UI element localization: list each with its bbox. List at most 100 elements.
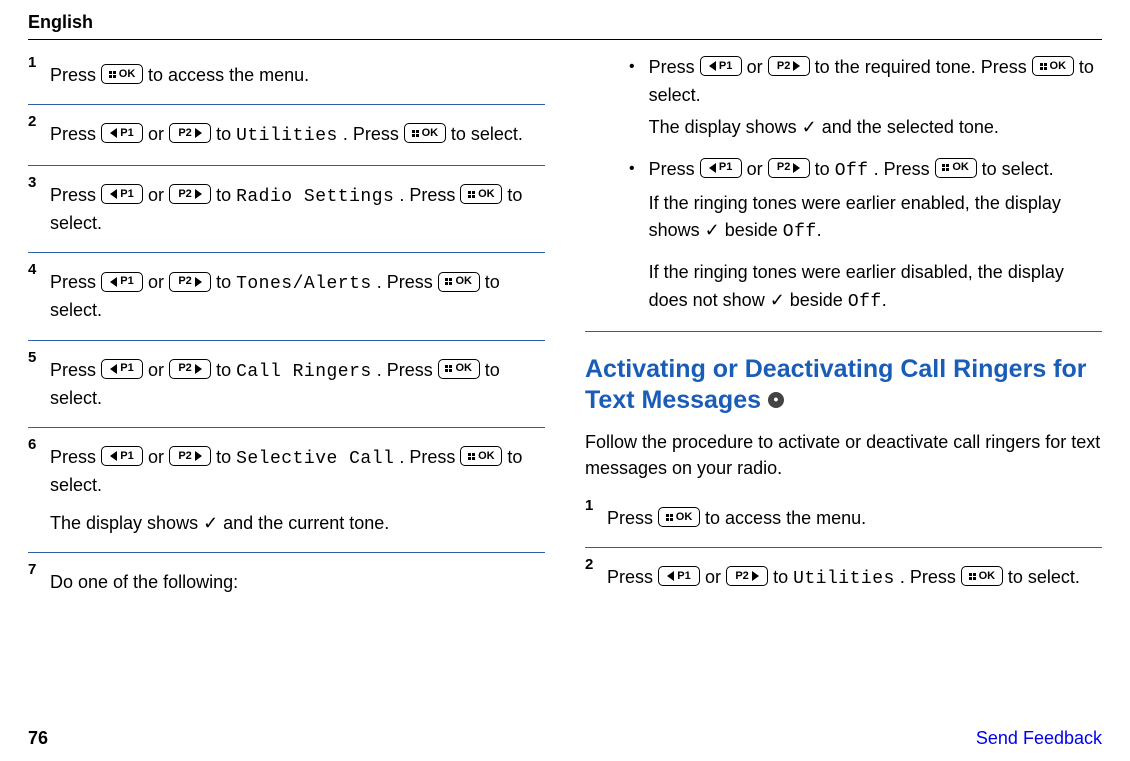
step-body: Press P1 or P2 to Call Ringers . Press O…	[28, 349, 545, 423]
menu-path: Radio Settings	[236, 187, 394, 207]
p1-key-icon: P1	[658, 566, 700, 586]
text: Press	[50, 124, 101, 144]
p2-key-icon: P2	[169, 359, 211, 379]
step-number: 1	[28, 54, 36, 71]
p2-key-icon: P2	[169, 123, 211, 143]
section-separator	[585, 331, 1102, 332]
step-7: 7 Do one of the following:	[28, 561, 545, 607]
bullet-icon: •	[629, 156, 635, 317]
option-body: Press P1 or P2 to the required tone. Pre…	[649, 54, 1102, 142]
text: Press	[649, 159, 700, 179]
menu-path: Selective Call	[236, 449, 394, 469]
text: to access the menu.	[705, 508, 866, 528]
step-body: Press P1 or P2 to Utilities . Press OK t…	[28, 113, 545, 161]
text: Press	[607, 508, 658, 528]
page-language: English	[28, 12, 1102, 33]
bullet-icon: •	[629, 54, 635, 142]
result-text: The display shows ✓ and the selected ton…	[649, 114, 1102, 142]
step-body: Press OK to access the menu.	[585, 497, 1102, 543]
step-separator	[585, 547, 1102, 548]
p2-key-icon: P2	[169, 184, 211, 204]
menu-ok-key-icon: OK	[935, 158, 977, 178]
content-columns: 1 Press OK to access the menu. 2 Press P…	[28, 54, 1102, 607]
step-number: 7	[28, 561, 36, 578]
header-divider	[28, 39, 1102, 40]
step-number: 3	[28, 174, 36, 191]
p1-key-icon: P1	[101, 184, 143, 204]
p2-key-icon: P2	[768, 158, 810, 178]
option-list: • Press P1 or P2 to the required tone. P…	[629, 54, 1102, 317]
text: Press	[649, 57, 700, 77]
text: or	[148, 185, 169, 205]
p2-key-icon: P2	[768, 56, 810, 76]
text: to	[216, 124, 236, 144]
p2-key-icon: P2	[169, 446, 211, 466]
menu-ok-key-icon: OK	[438, 272, 480, 292]
right-column: • Press P1 or P2 to the required tone. P…	[585, 54, 1102, 607]
result-text: If the ringing tones were earlier disabl…	[649, 259, 1102, 317]
step-5: 5 Press P1 or P2 to Call Ringers . Press…	[28, 349, 545, 423]
text: or	[705, 567, 726, 587]
step-body: Press P1 or P2 to Utilities . Press OK t…	[585, 556, 1102, 604]
step-extra: The display shows ✓ and the current tone…	[50, 510, 545, 536]
p1-key-icon: P1	[700, 56, 742, 76]
text: . Press	[399, 185, 460, 205]
step-6: 6 Press P1 or P2 to Selective Call . Pre…	[28, 436, 545, 548]
text: to	[773, 567, 793, 587]
p1-key-icon: P1	[101, 446, 143, 466]
step-body: Press P1 or P2 to Radio Settings . Press…	[28, 174, 545, 248]
text: to	[216, 360, 236, 380]
text: Press	[50, 360, 101, 380]
text: or	[148, 360, 169, 380]
text: to select.	[451, 124, 523, 144]
feature-icon: ●	[768, 392, 784, 408]
step-body: Do one of the following:	[28, 561, 545, 607]
text: to	[216, 447, 236, 467]
step-number: 6	[28, 436, 36, 453]
menu-path: Tones/Alerts	[236, 274, 372, 294]
text: to	[815, 159, 835, 179]
section-step-1: 1 Press OK to access the menu.	[585, 497, 1102, 543]
text: Press	[50, 185, 101, 205]
text: Press	[607, 567, 658, 587]
p1-key-icon: P1	[101, 123, 143, 143]
send-feedback-link[interactable]: Send Feedback	[976, 728, 1102, 749]
step-body: Press P1 or P2 to Selective Call . Press…	[28, 436, 545, 548]
step-4: 4 Press P1 or P2 to Tones/Alerts . Press…	[28, 261, 545, 335]
text: or	[148, 447, 169, 467]
text: Press	[50, 272, 101, 292]
option-item: • Press P1 or P2 to Off . Press OK to se…	[629, 156, 1102, 317]
step-separator	[28, 104, 545, 105]
step-separator	[28, 427, 545, 428]
menu-ok-key-icon: OK	[460, 446, 502, 466]
result-text: If the ringing tones were earlier enable…	[649, 190, 1102, 248]
text: . Press	[343, 124, 404, 144]
step-number: 5	[28, 349, 36, 366]
p1-key-icon: P1	[101, 272, 143, 292]
step-body: Press OK to access the menu.	[28, 54, 545, 100]
text: to select.	[982, 159, 1054, 179]
text: to	[216, 272, 236, 292]
text: . Press	[900, 567, 961, 587]
menu-path: Utilities	[793, 569, 895, 589]
step-separator	[28, 340, 545, 341]
menu-ok-key-icon: OK	[658, 507, 700, 527]
text: or	[148, 124, 169, 144]
p1-key-icon: P1	[700, 158, 742, 178]
step-number: 4	[28, 261, 36, 278]
menu-ok-key-icon: OK	[101, 64, 143, 84]
text: . Press	[377, 272, 438, 292]
menu-value: Off	[835, 161, 869, 181]
text: . Press	[874, 159, 935, 179]
text: Press	[50, 65, 101, 85]
step-3: 3 Press P1 or P2 to Radio Settings . Pre…	[28, 174, 545, 248]
menu-ok-key-icon: OK	[1032, 56, 1074, 76]
page-number: 76	[28, 728, 48, 749]
text: to select.	[1008, 567, 1080, 587]
p2-key-icon: P2	[169, 272, 211, 292]
step-number: 2	[28, 113, 36, 130]
page-footer: 76 Send Feedback	[28, 728, 1102, 749]
step-number: 2	[585, 556, 593, 573]
option-item: • Press P1 or P2 to the required tone. P…	[629, 54, 1102, 142]
text: to	[216, 185, 236, 205]
